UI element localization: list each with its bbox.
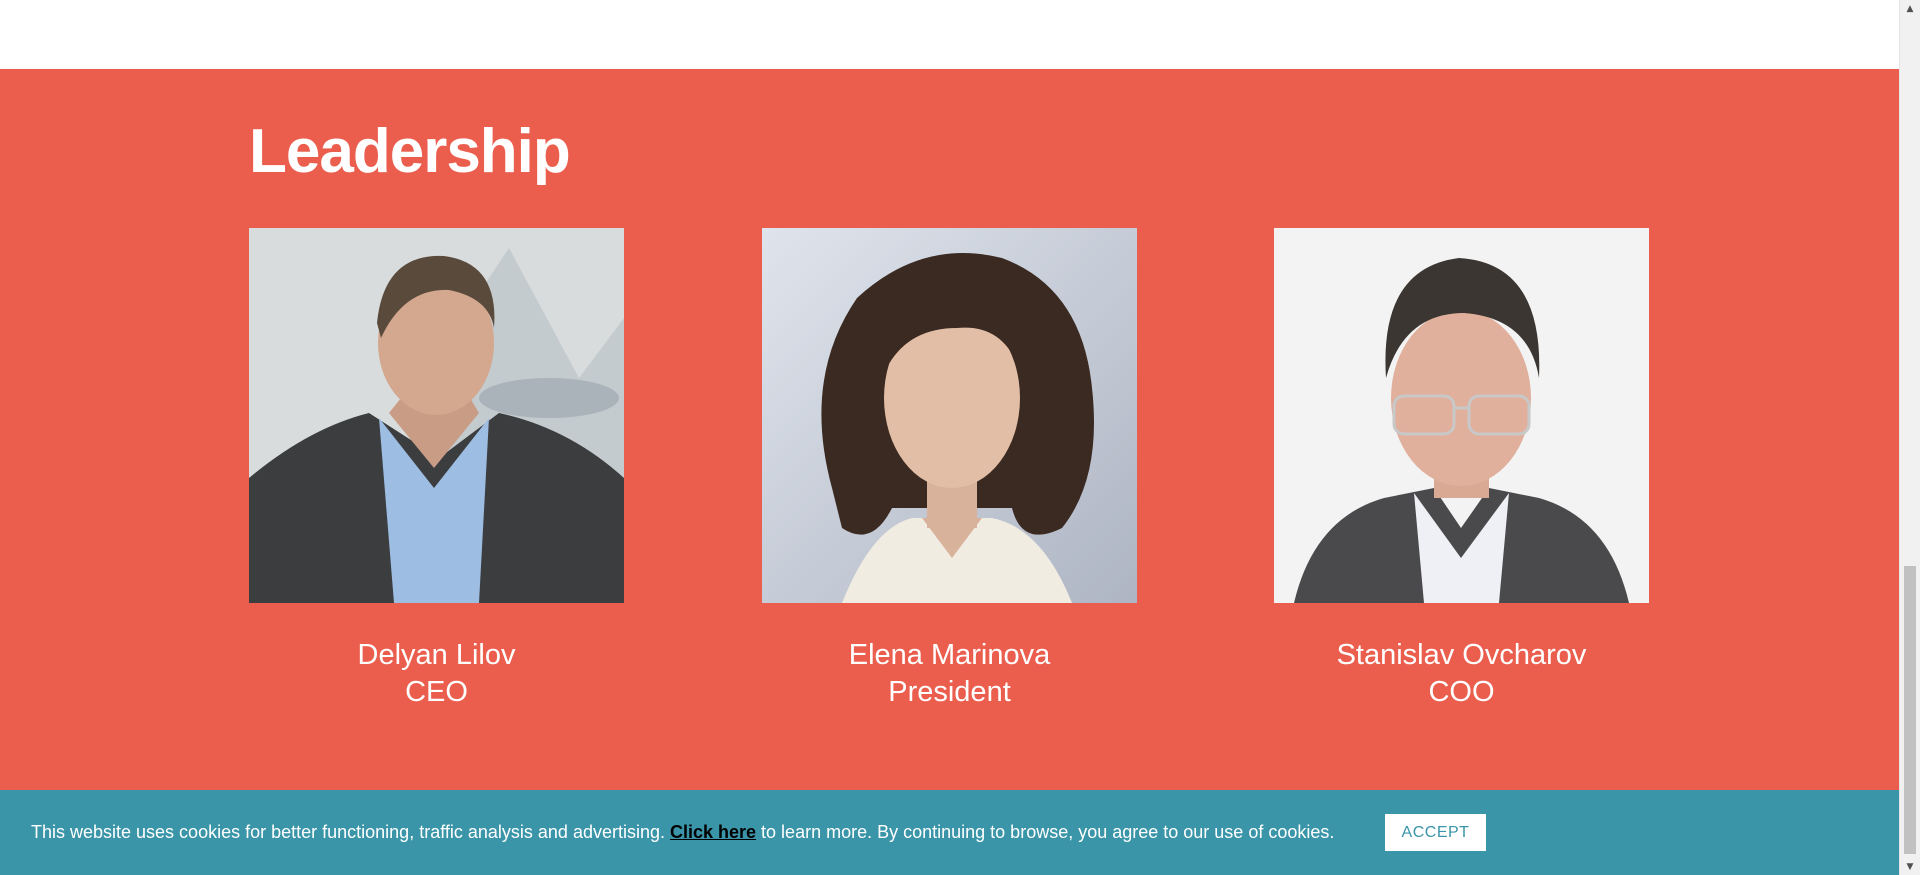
accept-cookies-button[interactable]: ACCEPT	[1385, 814, 1486, 851]
person-role: President	[888, 676, 1011, 708]
portrait-man-glasses-image	[1274, 228, 1649, 603]
person-card-elena-marinova: Elena Marinova President	[762, 228, 1137, 711]
cookie-text-before: This website uses cookies for better fun…	[31, 822, 670, 842]
cookie-learn-more-link[interactable]: Click here	[670, 822, 756, 842]
person-role: CEO	[405, 676, 468, 708]
person-card-stanislav-ovcharov: Stanislav Ovcharov COO	[1274, 228, 1649, 711]
person-photo	[762, 228, 1137, 603]
scroll-down-arrow-icon[interactable]: ▼	[1900, 858, 1920, 875]
cookie-message: This website uses cookies for better fun…	[31, 822, 1334, 843]
scroll-up-arrow-icon[interactable]: ▲	[1900, 0, 1920, 17]
cookie-text-after: to learn more. By continuing to browse, …	[756, 822, 1335, 842]
portrait-man-suit-image	[249, 228, 624, 603]
section-title: Leadership	[249, 117, 571, 186]
person-name: Delyan Lilov	[357, 639, 516, 671]
vertical-scrollbar[interactable]: ▲ ▼	[1899, 0, 1920, 875]
person-role: COO	[1428, 676, 1495, 708]
page: Leadership Delyan Lilov CEO Elena Marino…	[0, 0, 1920, 875]
cookie-banner: This website uses cookies for better fun…	[0, 790, 1899, 875]
leadership-section: Leadership Delyan Lilov CEO Elena Marino…	[0, 69, 1899, 875]
person-photo	[1274, 228, 1649, 603]
scrollbar-thumb[interactable]	[1904, 566, 1916, 854]
person-card-delyan-lilov: Delyan Lilov CEO	[249, 228, 624, 711]
header-strip	[0, 0, 1899, 69]
person-name: Elena Marinova	[848, 639, 1051, 671]
portrait-woman-curly-hair-image	[762, 228, 1137, 603]
person-photo	[249, 228, 624, 603]
person-name: Stanislav Ovcharov	[1336, 639, 1587, 671]
